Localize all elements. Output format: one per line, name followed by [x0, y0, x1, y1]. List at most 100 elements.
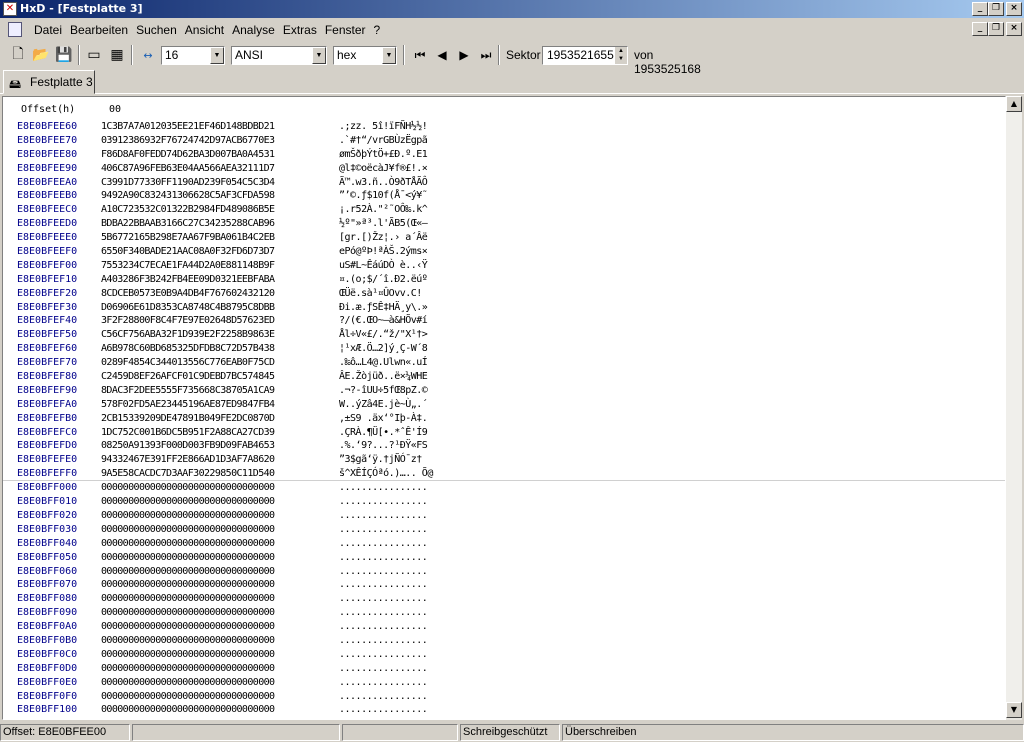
menu-fenster[interactable]: Fenster	[321, 23, 370, 37]
row-hex-bytes[interactable]: F86D8AF0FEDD74D62BA3D007BA0A4531	[101, 148, 339, 162]
row-decoded-text[interactable]: ................	[339, 565, 469, 579]
row-hex-bytes[interactable]: 8CDCEB0573E0B9A4DB4F767602432120	[101, 287, 339, 301]
row-hex-bytes[interactable]: 00000000000000000000000000000000	[101, 620, 339, 634]
hex-row[interactable]: E8E0BFF0F0 000000000000000000000000000000…	[17, 690, 469, 704]
chevron-down-icon[interactable]: ▼	[210, 47, 224, 64]
row-hex-bytes[interactable]: 00000000000000000000000000000000	[101, 606, 339, 620]
row-offset[interactable]: E8E0BFEE90	[17, 162, 101, 176]
row-decoded-text[interactable]: @l‡©oëcàJ¥f®£!.×	[339, 162, 469, 176]
spinner-icon[interactable]: ▲ ▼	[615, 47, 627, 64]
row-offset[interactable]: E8E0BFEF30	[17, 301, 101, 315]
hex-row[interactable]: E8E0BFF0D0 000000000000000000000000000000…	[17, 662, 469, 676]
row-offset[interactable]: E8E0BFEF80	[17, 370, 101, 384]
hex-row[interactable]: E8E0BFEEC0 A10C723532C01322B2984FD489086B…	[17, 203, 469, 217]
hex-row[interactable]: E8E0BFEFC0 1DC752C001B6DC5B951F2A88CA27CD…	[17, 426, 469, 440]
hex-row[interactable]: E8E0BFEFB0 2CB15339209DE47891B049FE2DC087…	[17, 412, 469, 426]
row-hex-bytes[interactable]: 00000000000000000000000000000000	[101, 662, 339, 676]
row-decoded-text[interactable]: .%.‘9?...?¹ÐŸ«FS	[339, 439, 469, 453]
row-offset[interactable]: E8E0BFEF40	[17, 314, 101, 328]
hex-row[interactable]: E8E0BFEF50 C56CF756ABA32F1D939E2F2258B986…	[17, 328, 469, 342]
row-hex-bytes[interactable]: 1DC752C001B6DC5B951F2A88CA27CD39	[101, 426, 339, 440]
row-decoded-text[interactable]: uS#L~ÊáúDÒ è..‹Ÿ	[339, 259, 469, 273]
row-offset[interactable]: E8E0BFF0B0	[17, 634, 101, 648]
row-hex-bytes[interactable]: 406C87A96FEB63E04AA566AEA32111D7	[101, 162, 339, 176]
row-hex-bytes[interactable]: 00000000000000000000000000000000	[101, 495, 339, 509]
hxd-app-icon[interactable]: ✕	[3, 2, 17, 16]
row-hex-bytes[interactable]: 00000000000000000000000000000000	[101, 634, 339, 648]
minimize-button[interactable]: _	[972, 2, 988, 16]
hex-row[interactable]: E8E0BFEED0 BDBA22BBAAB3166C27C34235288CAB…	[17, 217, 469, 231]
hex-row[interactable]: E8E0BFF0B0 000000000000000000000000000000…	[17, 634, 469, 648]
menu-help[interactable]: ?	[370, 23, 385, 37]
row-hex-bytes[interactable]: 2CB15339209DE47891B049FE2DC0870D	[101, 412, 339, 426]
row-offset[interactable]: E8E0BFEEB0	[17, 189, 101, 203]
row-offset[interactable]: E8E0BFF050	[17, 551, 101, 565]
hex-row[interactable]: E8E0BFEF90 8DAC3F2DEE5555F735668C38705A1C…	[17, 384, 469, 398]
menu-bearbeiten[interactable]: Bearbeiten	[66, 23, 132, 37]
hex-row[interactable]: E8E0BFEE80 F86D8AF0FEDD74D62BA3D007BA0A45…	[17, 148, 469, 162]
hex-editor-view[interactable]: Offset(h) 00 E8E0BFEE60 1C3B7A7A012035EE2…	[2, 96, 1006, 720]
open-folder-icon[interactable]: 📂	[31, 45, 51, 65]
row-offset[interactable]: E8E0BFF0A0	[17, 620, 101, 634]
close-button[interactable]: ×	[1006, 2, 1022, 16]
menu-datei[interactable]: Datei	[30, 23, 66, 37]
row-decoded-text[interactable]: .`#†“/vrGBÙzËgpã	[339, 134, 469, 148]
hex-row[interactable]: E8E0BFEF30 D06906E61D8353CA8748C4B8795C8D…	[17, 301, 469, 315]
hex-rows[interactable]: E8E0BFEE60 1C3B7A7A012035EE21EF46D148BDBD…	[17, 120, 469, 717]
first-sector-icon[interactable]: ⏮	[410, 46, 430, 65]
row-decoded-text[interactable]: W..ýZâ4E.jè~Ù„.´	[339, 398, 469, 412]
row-hex-bytes[interactable]: A10C723532C01322B2984FD489086B5E	[101, 203, 339, 217]
chevron-down-icon[interactable]: ▼	[312, 47, 326, 64]
previous-sector-icon[interactable]: ◀	[432, 46, 452, 65]
row-decoded-text[interactable]: ................	[339, 662, 469, 676]
row-hex-bytes[interactable]: 9492A90C832431306628C5AF3CFDA598	[101, 189, 339, 203]
hex-row[interactable]: E8E0BFF030 000000000000000000000000000000…	[17, 523, 469, 537]
scroll-up-icon[interactable]: ▲	[1006, 96, 1022, 112]
hex-row[interactable]: E8E0BFEF00 7553234C7ECAE1FA44D2A0E881148B…	[17, 259, 469, 273]
offset-base-select[interactable]: hex ▼	[333, 46, 397, 65]
row-hex-bytes[interactable]: 00000000000000000000000000000000	[101, 551, 339, 565]
hex-row[interactable]: E8E0BFEF70 0289F4854C344013556C776EAB0F75…	[17, 356, 469, 370]
row-decoded-text[interactable]: ................	[339, 537, 469, 551]
row-decoded-text[interactable]: .;zz. 5î!ïFÑH½½!	[339, 120, 469, 134]
sector-input[interactable]: 1953521655 ▲ ▼	[542, 46, 628, 65]
row-decoded-text[interactable]: ,±S9 .äx‘°Iþ-À‡.	[339, 412, 469, 426]
row-offset[interactable]: E8E0BFEF00	[17, 259, 101, 273]
row-hex-bytes[interactable]: 00000000000000000000000000000000	[101, 690, 339, 704]
scroll-thumb[interactable]	[1006, 112, 1022, 702]
menu-analyse[interactable]: Analyse	[228, 23, 279, 37]
row-decoded-text[interactable]: .ÇRÀ.¶Ü[•.*ˆÊ'Í9	[339, 426, 469, 440]
hex-row[interactable]: E8E0BFEFE0 94332467E391FF2E866AD1D3AF7A86…	[17, 453, 469, 467]
row-hex-bytes[interactable]: D06906E61D8353CA8748C4B8795C8DBB	[101, 301, 339, 315]
row-offset[interactable]: E8E0BFEE60	[17, 120, 101, 134]
row-hex-bytes[interactable]: 3F2F28800F8C4F7E97E02648D57623ED	[101, 314, 339, 328]
row-offset[interactable]: E8E0BFEFD0	[17, 439, 101, 453]
hex-row[interactable]: E8E0BFEE60 1C3B7A7A012035EE21EF46D148BDBD…	[17, 120, 469, 134]
row-hex-bytes[interactable]: 00000000000000000000000000000000	[101, 565, 339, 579]
row-decoded-text[interactable]: ½º"»ª³.l'ÃB5(Œ«–	[339, 217, 469, 231]
row-hex-bytes[interactable]: C2459D8EF26AFCF01C9DEBD7BC574845	[101, 370, 339, 384]
row-offset[interactable]: E8E0BFEE70	[17, 134, 101, 148]
mdi-restore-button[interactable]: ❐	[988, 22, 1004, 36]
row-decoded-text[interactable]: ................	[339, 648, 469, 662]
row-decoded-text[interactable]: ................	[339, 676, 469, 690]
row-decoded-text[interactable]: ................	[339, 634, 469, 648]
open-ram-icon[interactable]: ▦	[107, 45, 127, 65]
row-decoded-text[interactable]: ”’©.ƒ$10f(Å¯<ý¥˜	[339, 189, 469, 203]
hex-row[interactable]: E8E0BFF0A0 000000000000000000000000000000…	[17, 620, 469, 634]
row-decoded-text[interactable]: ÂE.Žòjüð..ë×¼WHE	[339, 370, 469, 384]
scroll-down-icon[interactable]: ▼	[1006, 702, 1022, 718]
open-disk-icon[interactable]: ▭	[84, 45, 104, 65]
row-hex-bytes[interactable]: 578F02FD5AE23445196AE87ED9847FB4	[101, 398, 339, 412]
row-hex-bytes[interactable]: 00000000000000000000000000000000	[101, 648, 339, 662]
row-decoded-text[interactable]: Ål÷V«£/.“ž/"X¹†>	[339, 328, 469, 342]
row-offset[interactable]: E8E0BFEF10	[17, 273, 101, 287]
row-hex-bytes[interactable]: 7553234C7ECAE1FA44D2A0E881148B9F	[101, 259, 339, 273]
row-hex-bytes[interactable]: 08250A91393F000D003FB9D09FAB4653	[101, 439, 339, 453]
row-decoded-text[interactable]: Ã™.w3.ñ..Ò9ðTÅÃÔ	[339, 176, 469, 190]
row-offset[interactable]: E8E0BFEEE0	[17, 231, 101, 245]
hex-row[interactable]: E8E0BFF010 000000000000000000000000000000…	[17, 495, 469, 509]
menu-ansicht[interactable]: Ansicht	[181, 23, 228, 37]
row-offset[interactable]: E8E0BFEEA0	[17, 176, 101, 190]
hex-row[interactable]: E8E0BFF020 000000000000000000000000000000…	[17, 509, 469, 523]
